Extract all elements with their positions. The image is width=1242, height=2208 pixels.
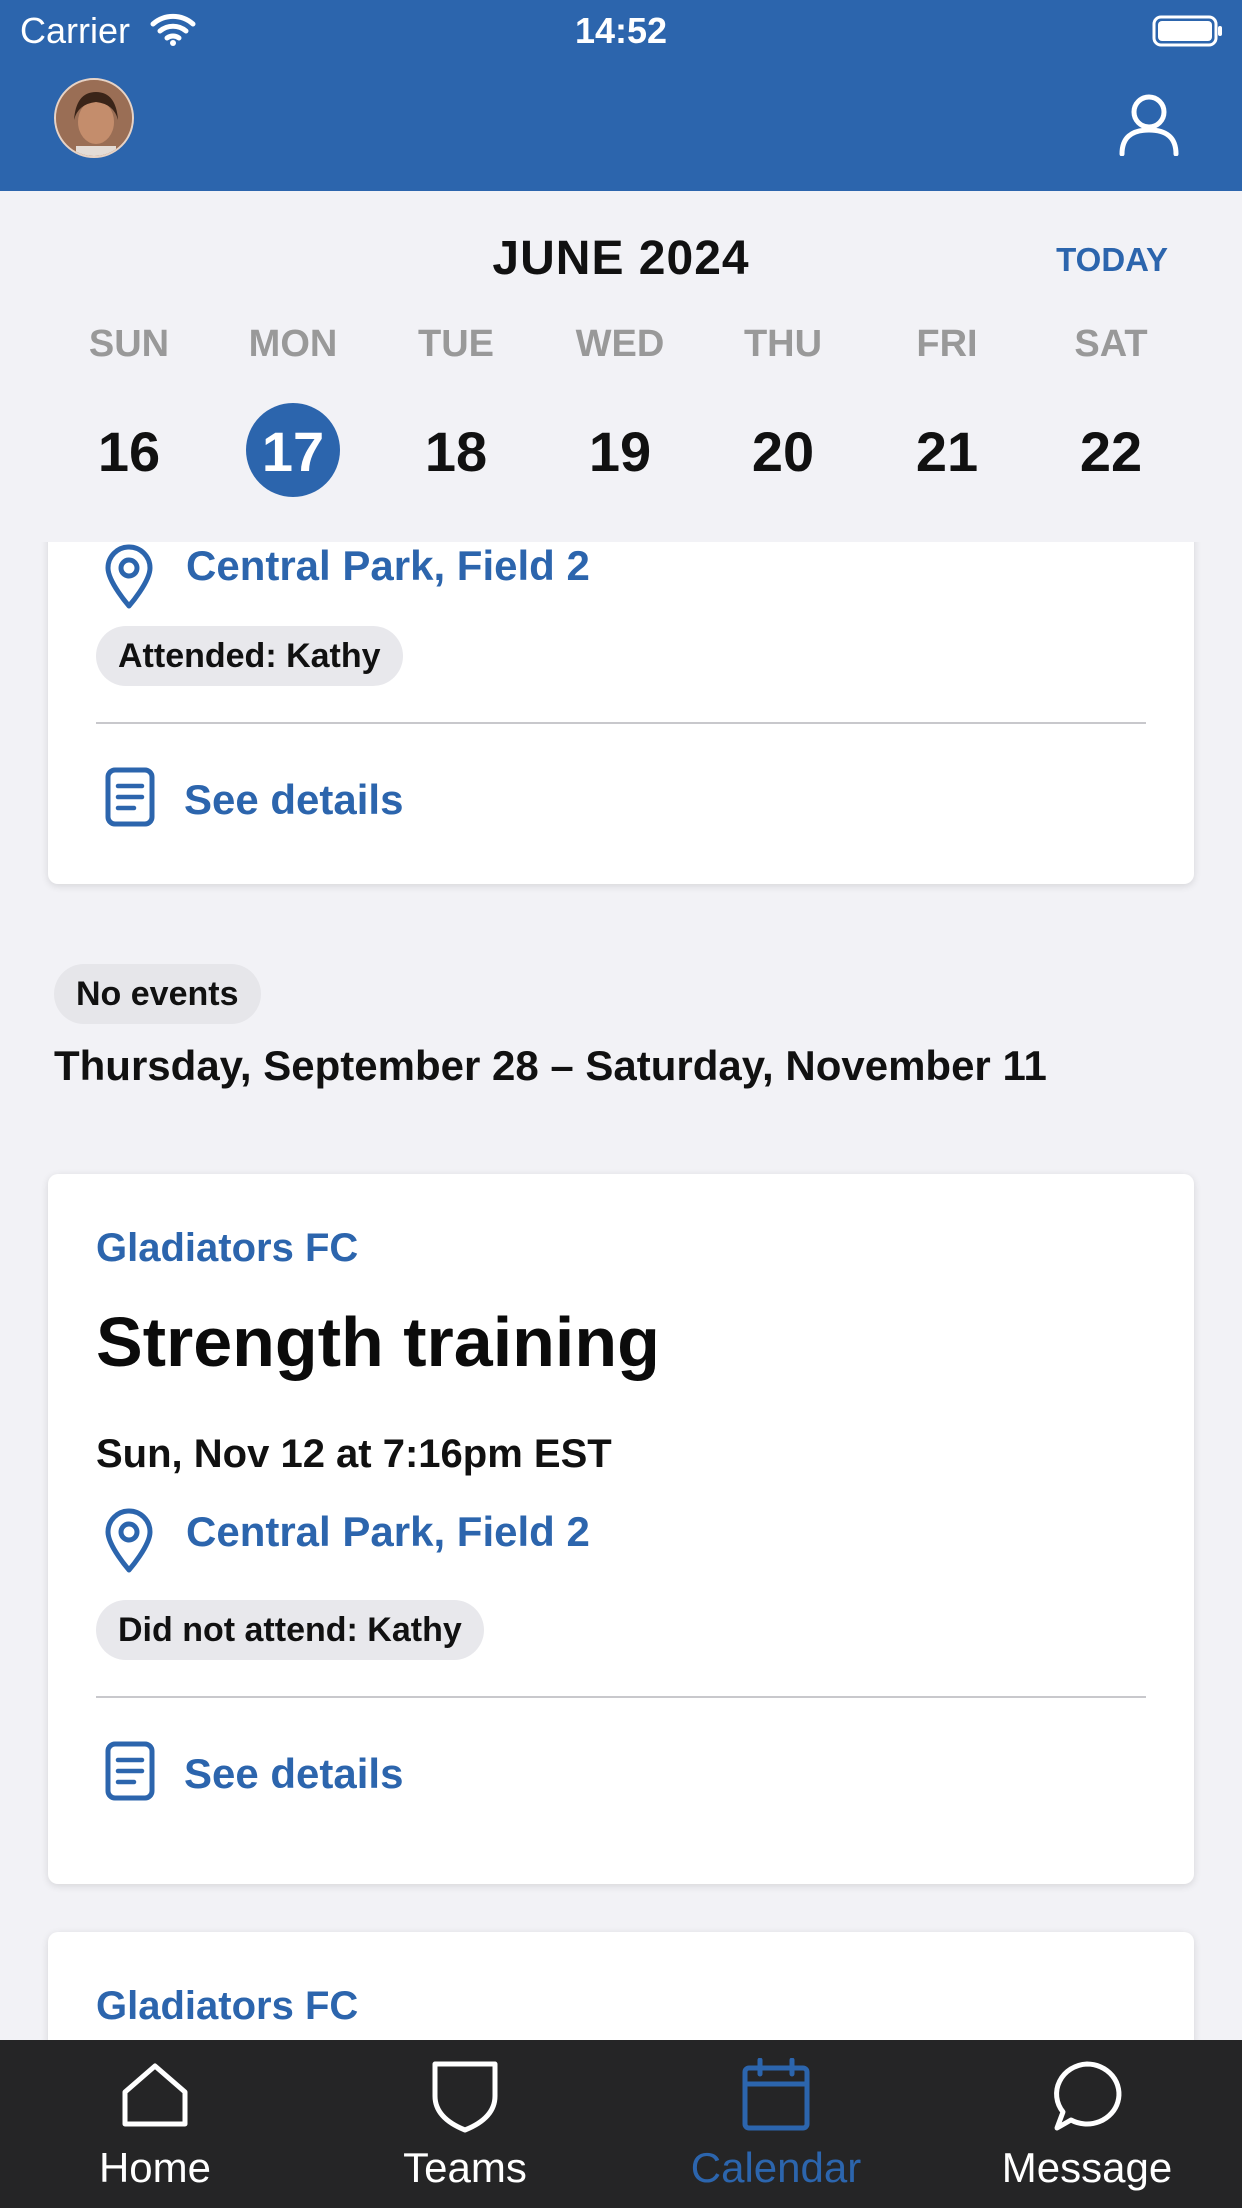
location-pin-icon <box>105 1508 153 1573</box>
avatar-photo-icon <box>56 80 132 156</box>
event-location[interactable]: Central Park, Field 2 <box>186 542 590 590</box>
weekday-fri: FRI <box>916 323 978 365</box>
document-icon[interactable] <box>104 766 156 828</box>
event-time: Sun, Nov 12 at 7:16pm EST <box>96 1432 612 1476</box>
location-pin-icon <box>105 544 153 609</box>
weekday-sat: SAT <box>1074 323 1148 365</box>
day-21[interactable]: 21 <box>882 404 1012 500</box>
tab-teams-label: Teams <box>403 2144 527 2191</box>
card-divider <box>96 722 1146 724</box>
day-20[interactable]: 20 <box>718 404 848 500</box>
see-details-link[interactable]: See details <box>184 776 403 824</box>
weekday-mon: MON <box>248 323 338 365</box>
avatar[interactable] <box>54 78 134 158</box>
event-card: Gladiators FC Strength training Sun, Nov… <box>48 1174 1194 1884</box>
day-17[interactable]: 17 <box>228 404 358 500</box>
attendance-badge: Attended: Kathy <box>96 626 403 686</box>
event-card: Gladiators FC <box>48 1932 1194 2040</box>
tab-teams[interactable]: Teams <box>310 2040 620 2208</box>
day-16[interactable]: 16 <box>64 404 194 500</box>
tab-calendar[interactable]: Calendar <box>621 2040 931 2208</box>
event-title[interactable]: Strength training <box>96 1302 660 1382</box>
event-location[interactable]: Central Park, Field 2 <box>186 1508 590 1556</box>
tab-message[interactable]: Message <box>932 2040 1242 2208</box>
chat-bubble-icon <box>1054 2061 1122 2131</box>
tab-message-label: Message <box>1001 2144 1173 2191</box>
home-icon <box>122 2063 188 2127</box>
weekday-wed: WED <box>575 323 665 365</box>
card-divider <box>96 1696 1146 1698</box>
attendance-badge: Did not attend: Kathy <box>96 1600 484 1660</box>
weekday-thu: THU <box>743 323 823 365</box>
app-header: Carrier 14:52 <box>0 0 1242 191</box>
day-19[interactable]: 19 <box>555 404 685 500</box>
team-name[interactable]: Gladiators FC <box>96 1226 358 1271</box>
team-name[interactable]: Gladiators FC <box>96 1984 358 2029</box>
status-bar: Carrier 14:52 <box>0 0 1242 62</box>
event-card: Central Park, Field 2 Attended: Kathy Se… <box>48 542 1194 884</box>
person-icon[interactable] <box>1118 92 1180 156</box>
weekday-sun: SUN <box>88 323 170 365</box>
document-icon[interactable] <box>104 1740 156 1802</box>
tab-home-label: Home <box>98 2144 212 2191</box>
no-events-date-range: Thursday, September 28 – Saturday, Novem… <box>54 1042 1047 1089</box>
no-events-badge: No events <box>54 964 261 1024</box>
calendar-icon <box>742 2058 810 2131</box>
today-button[interactable]: TODAY <box>1056 241 1168 279</box>
battery-icon <box>1152 15 1222 47</box>
event-list[interactable]: Central Park, Field 2 Attended: Kathy Se… <box>0 542 1242 2040</box>
status-time: 14:52 <box>574 10 668 51</box>
day-18[interactable]: 18 <box>391 404 521 500</box>
tab-bar: Home Teams Calendar Message <box>0 2040 1242 2208</box>
week-calendar: JUNE 2024 TODAY SUN MON TUE WED THU FRI … <box>0 191 1242 542</box>
weekday-tue: TUE <box>418 323 494 365</box>
tab-calendar-label: Calendar <box>690 2144 862 2191</box>
tab-home[interactable]: Home <box>0 2040 310 2208</box>
see-details-link[interactable]: See details <box>184 1750 403 1798</box>
day-22[interactable]: 22 <box>1046 404 1176 500</box>
shield-icon <box>432 2061 498 2133</box>
